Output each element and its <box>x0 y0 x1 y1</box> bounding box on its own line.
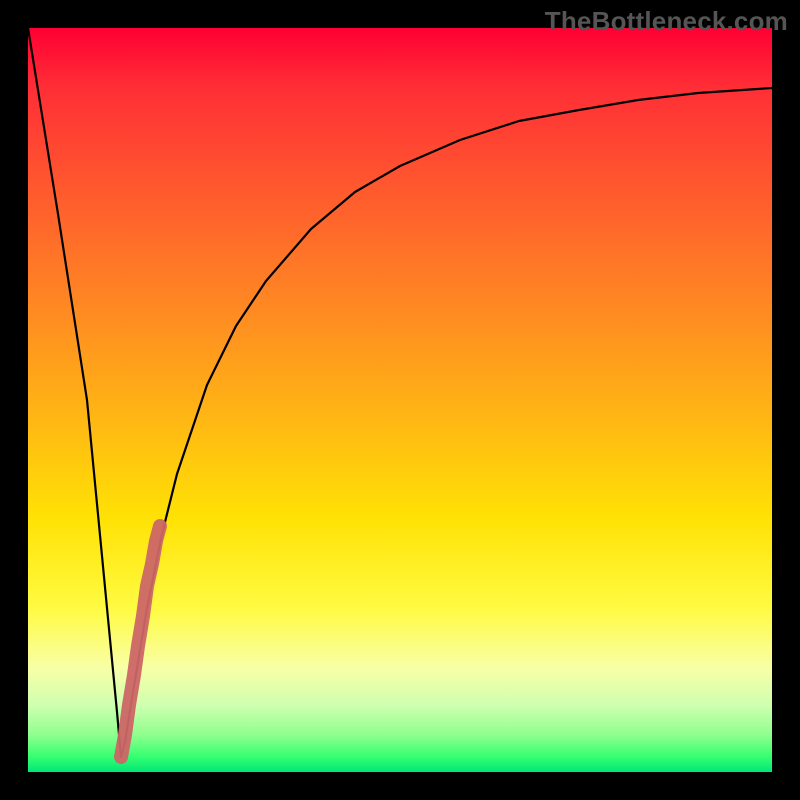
watermark-text: TheBottleneck.com <box>545 6 788 37</box>
plot-area <box>28 28 772 772</box>
chart-frame: TheBottleneck.com <box>0 0 800 800</box>
chart-svg <box>28 28 772 772</box>
highlight-segment <box>121 526 160 757</box>
